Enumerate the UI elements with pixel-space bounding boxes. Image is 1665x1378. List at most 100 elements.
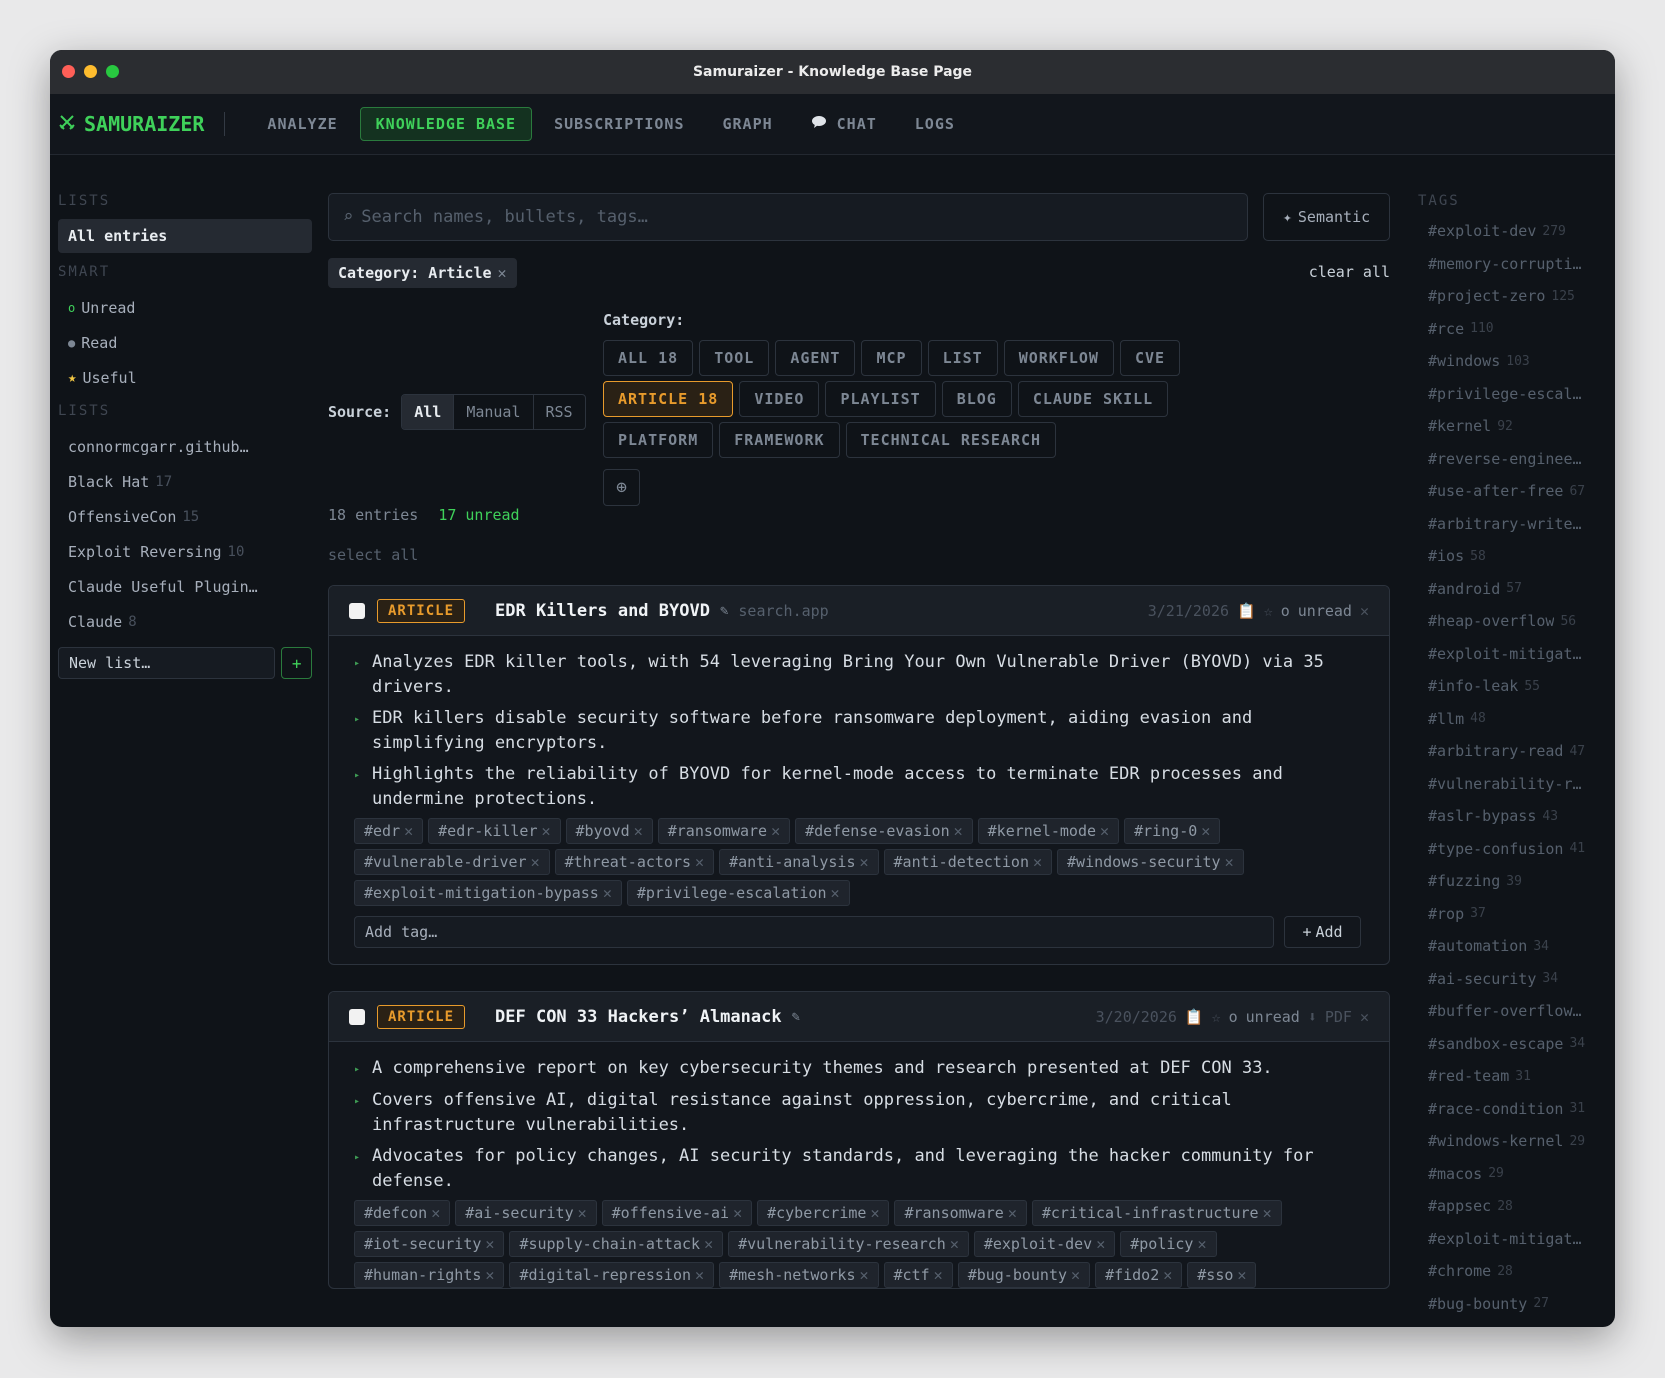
category-chip[interactable]: WORKFLOW [1003,340,1114,376]
close-icon[interactable]: ✕ [498,264,507,282]
tag-chip[interactable]: #anti-analysis ✕ [719,849,879,875]
category-chip-selected[interactable]: ARTICLE 18 [603,381,734,417]
tag-chip[interactable]: #bug-bounty ✕ [957,1262,1091,1288]
remove-tag-icon[interactable]: ✕ [1263,1204,1272,1222]
category-chip[interactable]: VIDEO [739,381,820,417]
clipboard-icon[interactable]: 📋 [1237,602,1256,620]
tag-list-item[interactable]: #heap-overflow 56 [1418,605,1615,638]
tag-chip[interactable]: #ctf ✕ [883,1262,953,1288]
delete-icon[interactable]: ✕ [1360,1008,1369,1026]
close-window-button[interactable] [62,65,75,78]
remove-tag-icon[interactable]: ✕ [542,822,551,840]
tag-chip[interactable]: #edr ✕ [354,818,424,844]
remove-tag-icon[interactable]: ✕ [950,1235,959,1253]
remove-tag-icon[interactable]: ✕ [431,1204,440,1222]
tag-chip[interactable]: #iot-security ✕ [354,1231,505,1257]
star-outline-icon[interactable]: ☆ [1212,1008,1221,1026]
remove-tag-icon[interactable]: ✕ [733,1204,742,1222]
maximize-window-button[interactable] [106,65,119,78]
category-chip[interactable]: ALL 18 [603,340,694,376]
tag-list-item[interactable]: #buffer-overflow… [1418,995,1615,1028]
clear-all-link[interactable]: clear all [1309,263,1390,281]
add-tag-button[interactable]: + Add [1284,916,1361,948]
tag-list-item[interactable]: #llm 48 [1418,703,1615,736]
tag-list-item[interactable]: #privilege-escal… [1418,378,1615,411]
tag-chip[interactable]: #fido2 ✕ [1095,1262,1183,1288]
tag-chip[interactable]: #cybercrime ✕ [757,1200,890,1226]
download-icon[interactable]: ⬇ [1308,1008,1317,1026]
tag-list-item[interactable]: #red-team 31 [1418,1060,1615,1093]
tag-list-item[interactable]: #sandbox-escape 34 [1418,1028,1615,1061]
search-input[interactable]: ⌕ Search names, bullets, tags… [328,193,1248,241]
nav-subscriptions[interactable]: SUBSCRIPTIONS [538,107,700,141]
tag-chip[interactable]: #threat-actors ✕ [554,849,715,875]
tag-chip[interactable]: #policy ✕ [1120,1231,1217,1257]
remove-tag-icon[interactable]: ✕ [634,822,643,840]
tag-chip[interactable]: #windows-security ✕ [1057,849,1244,875]
select-all-link[interactable]: select all [328,546,418,564]
tag-chip[interactable]: #edr-killer ✕ [428,818,561,844]
nav-analyze[interactable]: ANALYZE [251,107,353,141]
add-tag-input[interactable] [354,916,1274,948]
category-chip[interactable]: AGENT [775,340,856,376]
tag-chip[interactable]: #critical-infrastructure ✕ [1031,1200,1282,1226]
tag-list-item[interactable]: #info-leak 55 [1418,670,1615,703]
sidebar-list-item[interactable]: connormcgarr.github… [58,429,312,464]
tag-chip[interactable]: #vulnerability-research ✕ [728,1231,969,1257]
tag-chip[interactable]: #defense-evasion ✕ [795,818,973,844]
remove-tag-icon[interactable]: ✕ [1096,1235,1105,1253]
edit-pencil-icon[interactable]: ✎ [792,1009,800,1025]
brand[interactable]: SAMURAIZER [58,112,226,136]
remove-tag-icon[interactable]: ✕ [485,1235,494,1253]
add-category-button[interactable]: ⊕ [603,469,640,506]
tag-list-item[interactable]: #kernel 92 [1418,410,1615,443]
tag-chip[interactable]: #kernel-mode ✕ [977,818,1120,844]
tag-list-item[interactable]: #exploit-mitigat… [1418,1223,1615,1256]
category-chip[interactable]: TOOL [699,340,770,376]
category-chip[interactable]: CVE [1119,340,1181,376]
tag-chip[interactable]: #vulnerable-driver ✕ [354,849,550,875]
tag-list-item[interactable]: #memory-corrupti… [1418,248,1615,281]
edit-pencil-icon[interactable]: ✎ [720,603,728,619]
nav-graph[interactable]: GRAPH [706,107,788,141]
tag-list-item[interactable]: #macos 29 [1418,1158,1615,1191]
delete-icon[interactable]: ✕ [1360,602,1369,620]
category-chip[interactable]: LIST [927,340,998,376]
remove-tag-icon[interactable]: ✕ [934,1266,943,1284]
remove-tag-icon[interactable]: ✕ [1033,853,1042,871]
tag-list-item[interactable]: #fuzzing 39 [1418,865,1615,898]
remove-tag-icon[interactable]: ✕ [695,1266,704,1284]
sidebar-item-read[interactable]: ● Read [58,325,312,360]
sidebar-list-item[interactable]: Black Hat 17 [58,464,312,499]
remove-tag-icon[interactable]: ✕ [603,884,612,902]
new-list-input[interactable] [58,647,276,679]
remove-tag-icon[interactable]: ✕ [831,884,840,902]
tag-list-item[interactable]: #ios 58 [1418,540,1615,573]
pdf-link[interactable]: PDF [1325,1008,1352,1026]
entry-checkbox[interactable] [349,602,365,619]
tag-list-item[interactable]: #windows-kernel 29 [1418,1125,1615,1158]
remove-tag-icon[interactable]: ✕ [860,853,869,871]
minimize-window-button[interactable] [84,65,97,78]
tag-chip[interactable]: #ai-security ✕ [455,1200,597,1226]
tag-chip[interactable]: #supply-chain-attack ✕ [509,1231,724,1257]
nav-logs[interactable]: LOGS [899,107,971,141]
remove-tag-icon[interactable]: ✕ [1237,1266,1246,1284]
sidebar-list-item[interactable]: OffensiveCon 15 [58,499,312,534]
active-filter-chip[interactable]: Category: Article ✕ [328,258,517,288]
tag-list-item[interactable]: #arbitrary-write… [1418,508,1615,541]
sidebar-list-item[interactable]: Claude Useful Plugin… [58,569,312,604]
tag-list-item[interactable]: #exploit-dev 279 [1418,215,1615,248]
sidebar-list-item[interactable]: Claude 8 [58,604,312,639]
entry-title[interactable]: DEF CON 33 Hackers’ Almanack [495,1007,782,1027]
remove-tag-icon[interactable]: ✕ [695,853,704,871]
remove-tag-icon[interactable]: ✕ [1008,1204,1017,1222]
source-option-rss[interactable]: RSS [534,395,585,429]
remove-tag-icon[interactable]: ✕ [1100,822,1109,840]
nav-knowledge-base[interactable]: KNOWLEDGE BASE [359,107,533,141]
tag-list-item[interactable]: #reverse-enginee… [1418,443,1615,476]
remove-tag-icon[interactable]: ✕ [1225,853,1234,871]
category-chip[interactable]: CLAUDE SKILL [1017,381,1169,417]
tag-list-item[interactable]: #chrome 28 [1418,1255,1615,1288]
remove-tag-icon[interactable]: ✕ [578,1204,587,1222]
